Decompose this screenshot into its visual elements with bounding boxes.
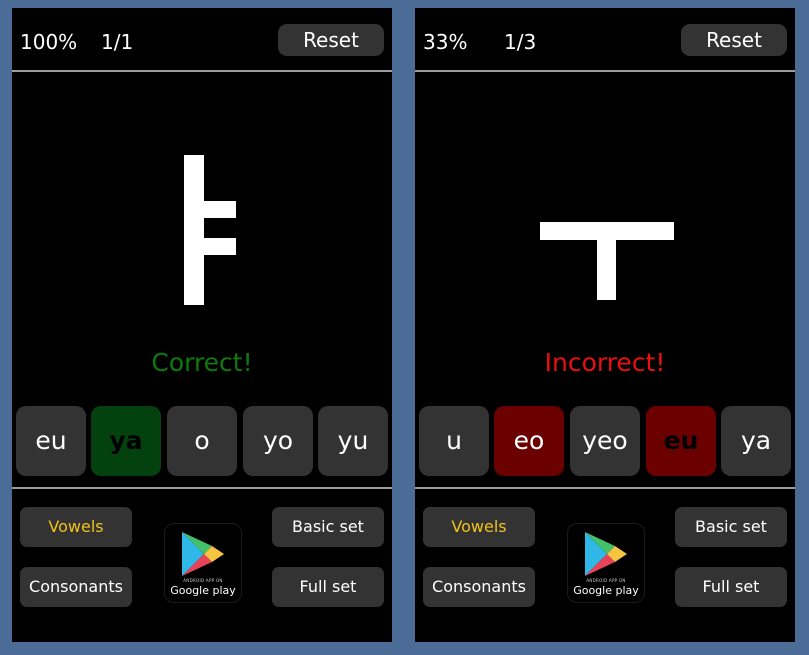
feedback-message: Correct! <box>151 348 253 377</box>
question-progress: 1/1 <box>101 30 134 54</box>
divider <box>415 487 795 489</box>
google-play-badge[interactable]: ANDROID APP ON Google play <box>567 523 645 603</box>
answer-option[interactable]: eo <box>494 406 564 476</box>
top-bar: 33% 1/3 Reset <box>415 8 795 70</box>
top-bar: 100% 1/1 Reset <box>12 8 392 70</box>
store-badge-subtitle: ANDROID APP ON <box>183 578 223 583</box>
vowels-button[interactable]: Vowels <box>20 507 132 547</box>
vowels-button[interactable]: Vowels <box>423 507 535 547</box>
answer-option[interactable]: ya <box>91 406 161 476</box>
answer-option[interactable]: eu <box>646 406 716 476</box>
reset-button[interactable]: Reset <box>278 24 384 56</box>
answer-option[interactable]: eu <box>16 406 86 476</box>
full-set-button[interactable]: Full set <box>675 567 787 607</box>
answer-option[interactable]: o <box>167 406 237 476</box>
answer-choices: u eo yeo eu ya <box>419 406 793 476</box>
consonants-button[interactable]: Consonants <box>20 567 132 607</box>
hangul-glyph <box>415 72 795 342</box>
basic-set-button[interactable]: Basic set <box>272 507 384 547</box>
answer-option[interactable]: yu <box>318 406 388 476</box>
consonants-button[interactable]: Consonants <box>423 567 535 607</box>
store-badge-subtitle: ANDROID APP ON <box>586 578 626 583</box>
google-play-icon <box>182 532 224 576</box>
full-set-button[interactable]: Full set <box>272 567 384 607</box>
divider <box>12 487 392 489</box>
answer-option[interactable]: yo <box>243 406 313 476</box>
store-badge-label: Google play <box>170 584 236 597</box>
reset-button[interactable]: Reset <box>681 24 787 56</box>
hangul-glyph <box>12 72 392 342</box>
google-play-badge[interactable]: ANDROID APP ON Google play <box>164 523 242 603</box>
answer-option[interactable]: yeo <box>570 406 640 476</box>
store-badge-label: Google play <box>573 584 639 597</box>
quiz-panel-left: 100% 1/1 Reset Correct! eu ya o yo yu Vo… <box>12 8 392 642</box>
answer-choices: eu ya o yo yu <box>16 406 390 476</box>
feedback-message: Incorrect! <box>544 348 666 377</box>
quiz-panel-right: 33% 1/3 Reset Incorrect! u eo yeo eu ya … <box>415 8 795 642</box>
question-progress: 1/3 <box>504 30 537 54</box>
score-percentage: 33% <box>423 30 468 54</box>
answer-option[interactable]: u <box>419 406 489 476</box>
google-play-icon <box>585 532 627 576</box>
basic-set-button[interactable]: Basic set <box>675 507 787 547</box>
score-percentage: 100% <box>20 30 78 54</box>
answer-option[interactable]: ya <box>721 406 791 476</box>
